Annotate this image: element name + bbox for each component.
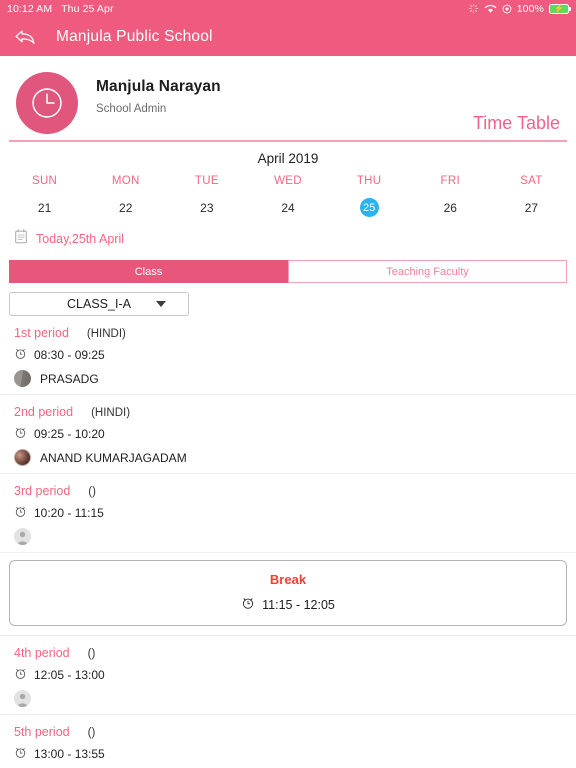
- period-row[interactable]: 3rd period () 10:20 - 11:15: [0, 474, 576, 553]
- calendar-dow: MON: [111, 175, 140, 187]
- calendar-dow: TUE: [194, 175, 219, 187]
- period-subject: (): [87, 727, 96, 739]
- calendar-date-26[interactable]: 26: [410, 198, 491, 217]
- calendar-dow-row: SUN MON TUE WED THU FRI SAT: [0, 166, 576, 187]
- alarm-clock-icon: [14, 667, 27, 683]
- calendar-date-23[interactable]: 23: [166, 198, 247, 217]
- break-card: Break 11:15 - 12:05: [9, 560, 567, 626]
- period-label: 2nd period: [14, 405, 74, 419]
- period-row[interactable]: 2nd period (HINDI) 09:25 - 10:20 ANAND K…: [0, 395, 576, 474]
- period-row[interactable]: 4th period () 12:05 - 13:00: [0, 636, 576, 715]
- clock-icon: [16, 72, 78, 134]
- alarm-clock-icon: [14, 746, 27, 762]
- profile-header: Manjula Narayan School Admin Time Table: [0, 56, 576, 134]
- period-row[interactable]: 1st period (HINDI) 08:30 - 09:25 PRASADG: [0, 316, 576, 395]
- status-bar-date: Thu 25 Apr: [61, 2, 114, 15]
- calendar-dow: FRI: [440, 175, 460, 187]
- period-label: 4th period: [14, 646, 70, 660]
- break-title: Break: [269, 572, 307, 587]
- person-placeholder-icon: [14, 528, 31, 545]
- today-label: Today,25th April: [36, 232, 125, 246]
- period-subject: (HINDI): [86, 328, 126, 340]
- sync-spinner-icon: [468, 3, 479, 14]
- calendar-date-row: 21 22 23 24 25 26 27: [0, 187, 576, 217]
- page-title: Time Table: [472, 113, 560, 133]
- app-bar: Manjula Public School: [0, 17, 576, 56]
- alarm-clock-icon: [14, 505, 27, 521]
- today-row: Today,25th April: [0, 217, 576, 249]
- alarm-clock-icon: [14, 426, 27, 442]
- break-block: Break 11:15 - 12:05: [0, 553, 576, 626]
- wifi-icon: [484, 4, 497, 14]
- calendar-dow: WED: [274, 175, 302, 187]
- calendar-date-21[interactable]: 21: [4, 198, 85, 217]
- location-icon: [502, 4, 512, 14]
- class-select-wrap: CLASS_I-A: [0, 283, 576, 316]
- period-label: 3rd period: [14, 484, 71, 498]
- teacher-name: PRASADG: [40, 371, 99, 386]
- status-bar: 10:12 AM Thu 25 Apr 100% ⚡: [0, 0, 576, 17]
- calendar-dow: THU: [356, 175, 382, 187]
- status-bar-time: 10:12 AM: [7, 2, 53, 15]
- calendar-date-22[interactable]: 22: [85, 198, 166, 217]
- period-label: 5th period: [14, 725, 70, 739]
- profile-role: School Admin: [96, 103, 167, 115]
- period-time: 12:05 - 13:00: [34, 668, 105, 682]
- period-time: 09:25 - 10:20: [34, 427, 105, 441]
- teacher-name: ANAND KUMARJAGADAM: [40, 450, 187, 465]
- battery-percent-label: 100%: [516, 2, 544, 15]
- chevron-down-icon: [156, 301, 166, 307]
- teacher-avatar: [14, 370, 31, 387]
- calendar-month-label: April 2019: [257, 151, 319, 166]
- calendar-date-24[interactable]: 24: [247, 198, 328, 217]
- back-arrow-icon[interactable]: [14, 28, 36, 46]
- period-time: 10:20 - 11:15: [34, 506, 104, 520]
- person-placeholder-icon: [14, 690, 31, 707]
- calendar-icon: [14, 229, 28, 249]
- tab-class[interactable]: Class: [9, 260, 288, 283]
- period-subject: (): [87, 648, 96, 660]
- period-row[interactable]: 5th period () 13:00 - 13:55: [0, 715, 576, 768]
- period-time: 13:00 - 13:55: [34, 747, 105, 761]
- battery-charging-icon: ⚡: [549, 3, 572, 14]
- view-tabs: Class Teaching Faculty: [9, 260, 567, 283]
- calendar-strip: April 2019 SUN MON TUE WED THU FRI SAT 2…: [0, 142, 576, 249]
- calendar-dow: SUN: [31, 175, 58, 187]
- calendar-date-27[interactable]: 27: [491, 198, 572, 217]
- alarm-clock-icon: [14, 347, 27, 363]
- break-time: 11:15 - 12:05: [262, 597, 335, 612]
- profile-name: Manjula Narayan: [96, 78, 221, 95]
- period-subject: (HINDI): [91, 407, 131, 419]
- period-subject: (): [88, 486, 96, 498]
- teacher-avatar: [14, 449, 31, 466]
- app-bar-title: Manjula Public School: [56, 27, 213, 45]
- period-label: 1st period: [14, 326, 69, 340]
- class-select[interactable]: CLASS_I-A: [9, 292, 189, 316]
- timetable-list: 1st period (HINDI) 08:30 - 09:25 PRASADG…: [0, 316, 576, 768]
- calendar-date-25-selected[interactable]: 25: [329, 198, 410, 217]
- period-time: 08:30 - 09:25: [34, 348, 105, 362]
- class-select-value: CLASS_I-A: [67, 297, 131, 311]
- alarm-clock-icon: [241, 596, 255, 613]
- tab-teaching-faculty[interactable]: Teaching Faculty: [288, 260, 567, 283]
- calendar-dow: SAT: [520, 175, 543, 187]
